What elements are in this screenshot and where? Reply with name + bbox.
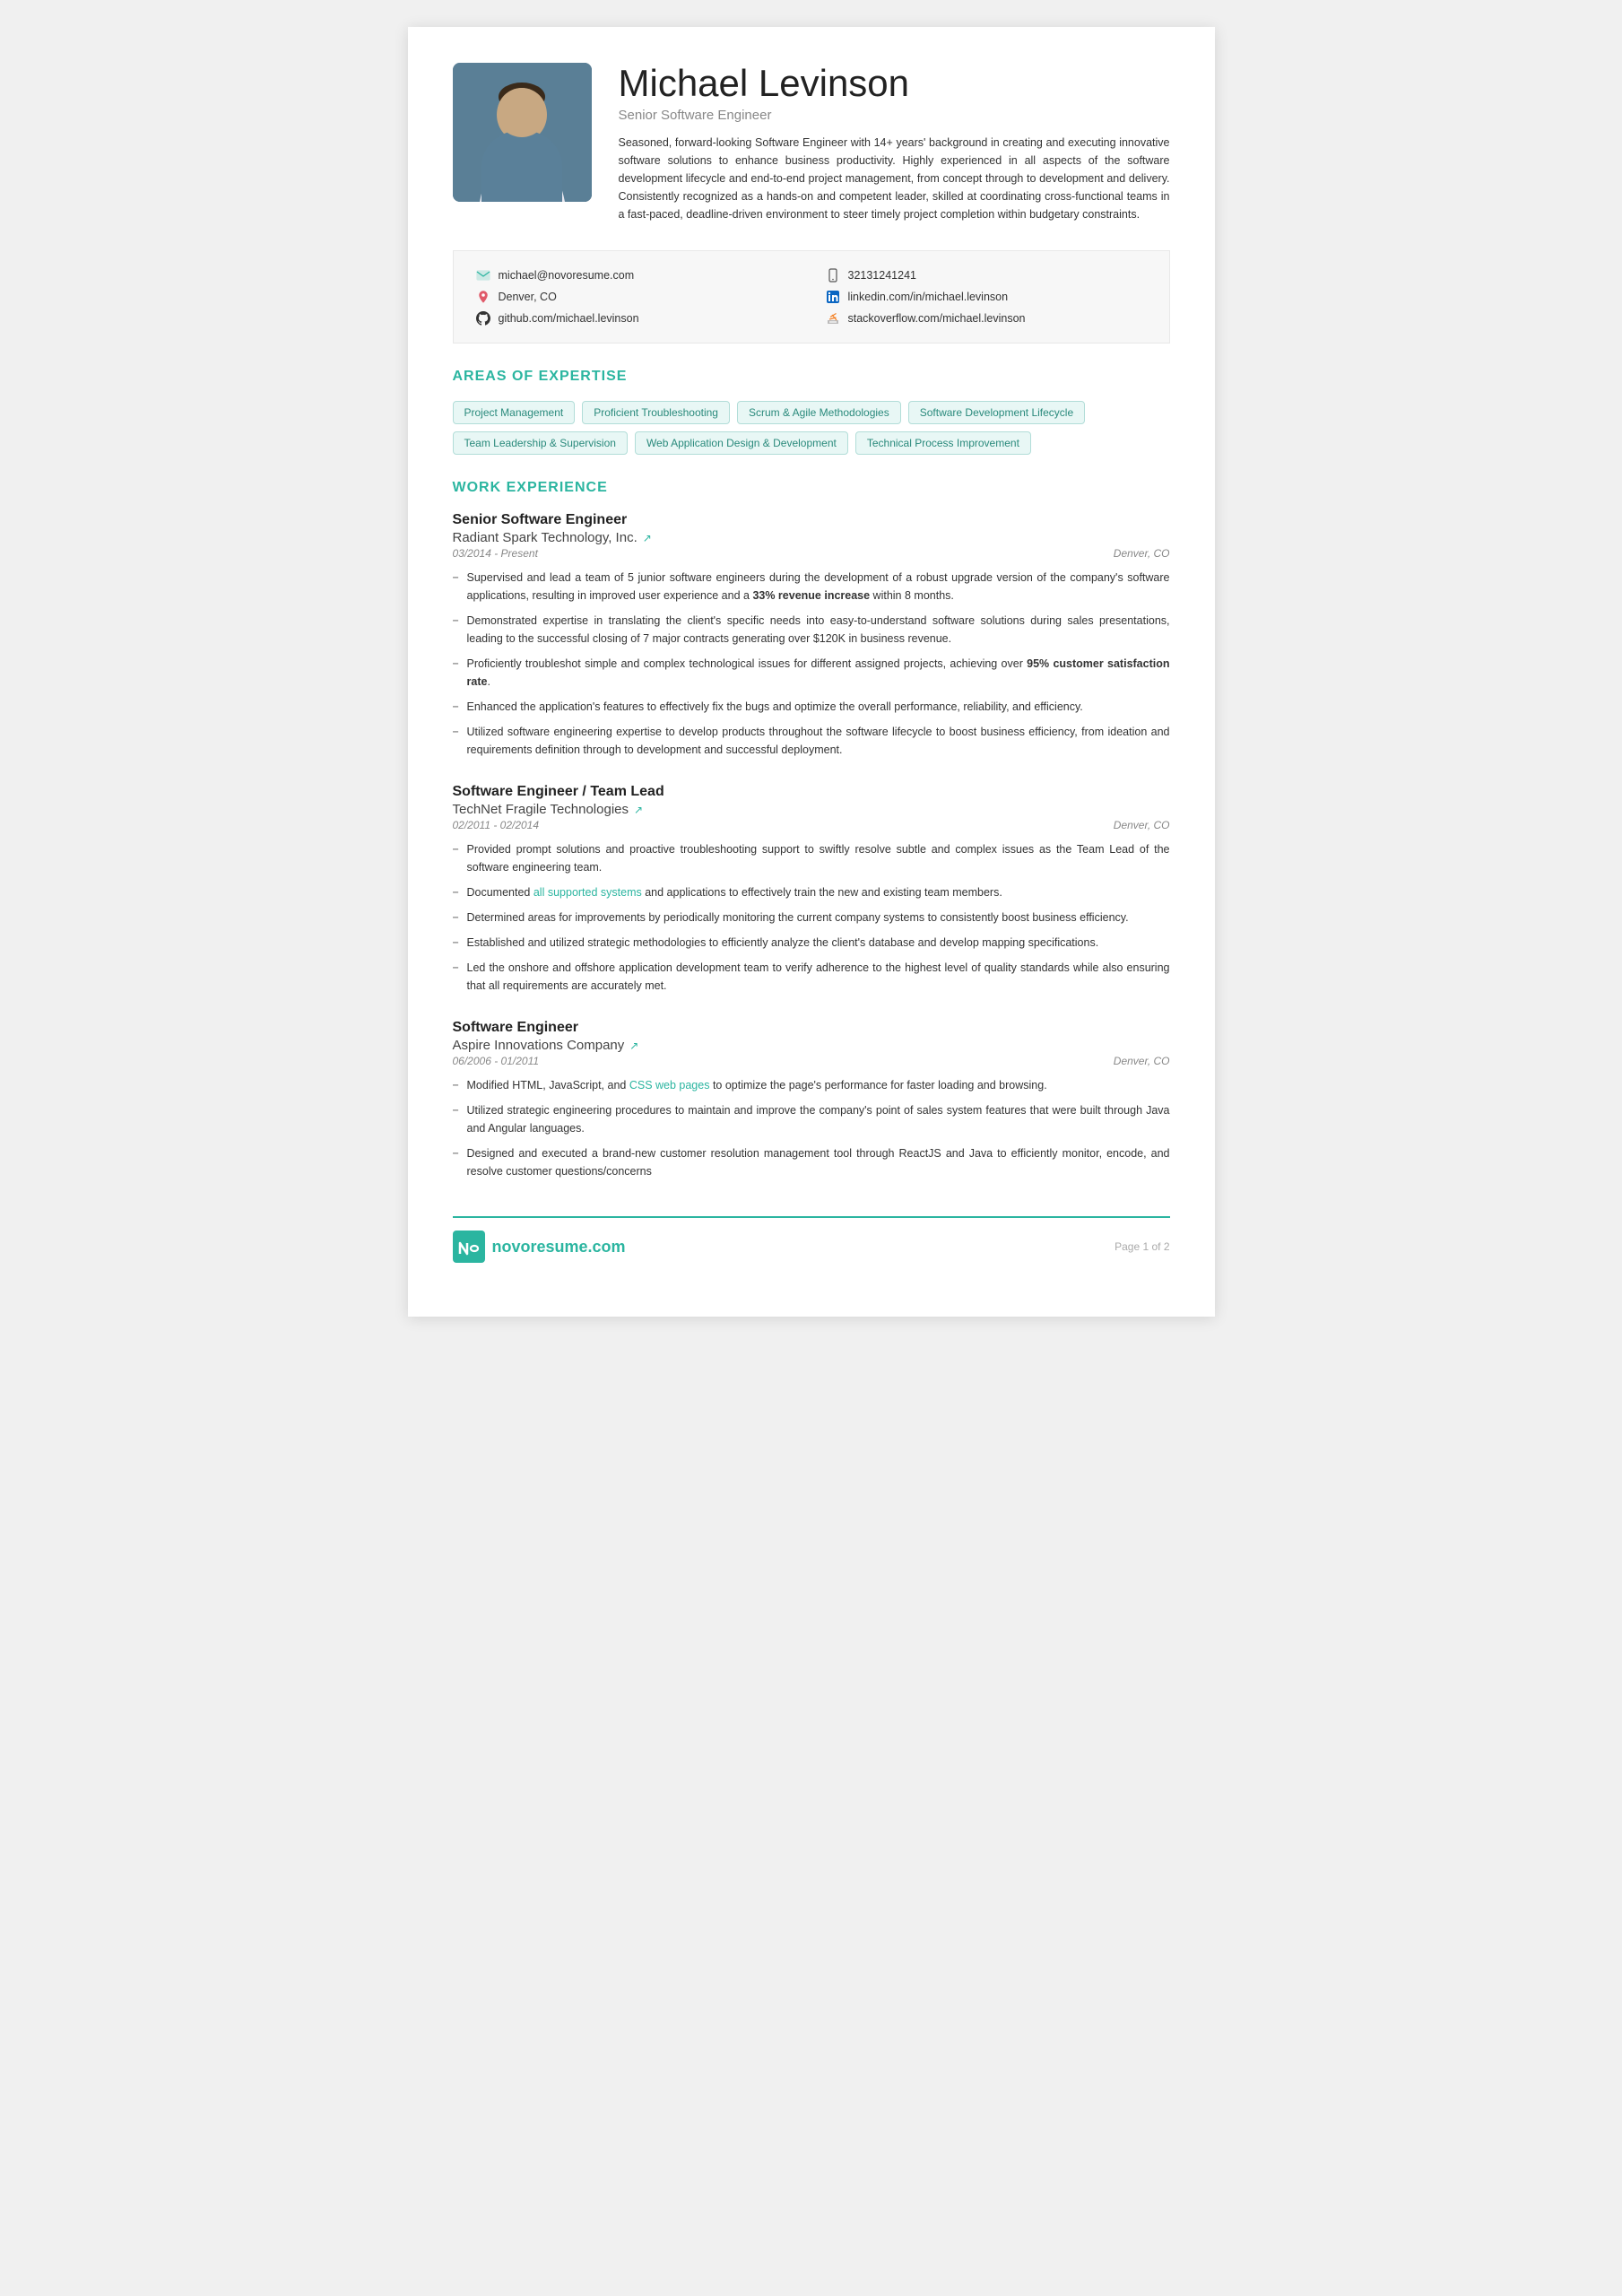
bullet-item: Led the onshore and offshore application… [453, 959, 1170, 995]
job-meta: 06/2006 - 01/2011 Denver, CO [453, 1055, 1170, 1067]
job-entry: Software Engineer Aspire Innovations Com… [453, 1020, 1170, 1180]
header-info: Michael Levinson Senior Software Enginee… [619, 63, 1170, 223]
expertise-tag: Web Application Design & Development [635, 431, 848, 455]
bullet-item: Utilized software engineering expertise … [453, 723, 1170, 759]
work-title: WORK EXPERIENCE [453, 480, 1170, 500]
stackoverflow-icon [825, 310, 841, 326]
email-value: michael@novoresume.com [499, 269, 635, 282]
external-link-icon: ↗ [634, 804, 643, 816]
company-name: Aspire Innovations Company [453, 1038, 625, 1053]
job-location: Denver, CO [1114, 819, 1170, 831]
contact-linkedin: linkedin.com/in/michael.levinson [825, 289, 1148, 305]
expertise-section: AREAS OF EXPERTISE Project ManagementPro… [453, 369, 1170, 455]
bullet-item: Proficiently troubleshot simple and comp… [453, 655, 1170, 691]
expertise-tag: Technical Process Improvement [855, 431, 1031, 455]
expertise-tag: Proficient Troubleshooting [582, 401, 730, 424]
job-company: Aspire Innovations Company ↗ [453, 1038, 1170, 1053]
footer: novoresume.com Page 1 of 2 [453, 1216, 1170, 1263]
job-company: TechNet Fragile Technologies ↗ [453, 802, 1170, 817]
job-location: Denver, CO [1114, 547, 1170, 560]
job-meta: 03/2014 - Present Denver, CO [453, 547, 1170, 560]
linkedin-value: linkedin.com/in/michael.levinson [848, 291, 1009, 303]
bullet-item: Enhanced the application's features to e… [453, 698, 1170, 716]
expertise-tag: Scrum & Agile Methodologies [737, 401, 901, 424]
linkedin-icon [825, 289, 841, 305]
avatar [453, 63, 592, 202]
job-bullets: Provided prompt solutions and proactive … [453, 840, 1170, 995]
footer-brand-name: novoresume.com [492, 1238, 626, 1257]
bullet-item: Designed and executed a brand-new custom… [453, 1144, 1170, 1180]
bullet-item: Utilized strategic engineering procedure… [453, 1101, 1170, 1137]
location-value: Denver, CO [499, 291, 557, 303]
job-bullets: Modified HTML, JavaScript, and CSS web p… [453, 1076, 1170, 1180]
expertise-tags: Project Management Proficient Troubleshoo… [453, 401, 1170, 455]
footer-page-number: Page 1 of 2 [1115, 1240, 1169, 1253]
phone-value: 32131241241 [848, 269, 916, 282]
candidate-title: Senior Software Engineer [619, 108, 1170, 123]
company-name: TechNet Fragile Technologies [453, 802, 629, 817]
contact-section: michael@novoresume.com 32131241241 Denve… [453, 250, 1170, 344]
expertise-tag: Software Development Lifecycle [908, 401, 1085, 424]
contact-github: github.com/michael.levinson [475, 310, 798, 326]
contact-stackoverflow: stackoverflow.com/michael.levinson [825, 310, 1148, 326]
job-period: 03/2014 - Present [453, 547, 538, 560]
phone-icon [825, 267, 841, 283]
bullet-item: Determined areas for improvements by per… [453, 909, 1170, 926]
bullet-item: Documented all supported systems and app… [453, 883, 1170, 901]
expertise-tag: Project Management [453, 401, 576, 424]
job-company: Radiant Spark Technology, Inc. ↗ [453, 530, 1170, 545]
candidate-summary: Seasoned, forward-looking Software Engin… [619, 134, 1170, 223]
bullet-item: Modified HTML, JavaScript, and CSS web p… [453, 1076, 1170, 1094]
job-title: Senior Software Engineer [453, 512, 1170, 528]
job-entry: Software Engineer / Team Lead TechNet Fr… [453, 784, 1170, 995]
candidate-name: Michael Levinson [619, 63, 1170, 104]
bullet-item: Established and utilized strategic metho… [453, 934, 1170, 952]
location-icon [475, 289, 491, 305]
email-icon [475, 267, 491, 283]
novoresume-logo [453, 1231, 485, 1263]
expertise-tag: Team Leadership & Supervision [453, 431, 628, 455]
bullet-item: Provided prompt solutions and proactive … [453, 840, 1170, 876]
footer-brand: novoresume.com [453, 1231, 626, 1263]
github-icon [475, 310, 491, 326]
work-section: WORK EXPERIENCE Senior Software Engineer… [453, 480, 1170, 1180]
contact-location: Denver, CO [475, 289, 798, 305]
job-location: Denver, CO [1114, 1055, 1170, 1067]
job-bullets: Supervised and lead a team of 5 junior s… [453, 569, 1170, 759]
job-title: Software Engineer / Team Lead [453, 784, 1170, 800]
external-link-icon: ↗ [643, 532, 652, 544]
job-title: Software Engineer [453, 1020, 1170, 1036]
avatar-image [453, 63, 592, 202]
job-period: 02/2011 - 02/2014 [453, 819, 540, 831]
bullet-item: Supervised and lead a team of 5 junior s… [453, 569, 1170, 604]
github-value: github.com/michael.levinson [499, 312, 639, 325]
contact-phone: 32131241241 [825, 267, 1148, 283]
job-entry: Senior Software Engineer Radiant Spark T… [453, 512, 1170, 759]
company-name: Radiant Spark Technology, Inc. [453, 530, 638, 545]
external-link-icon: ↗ [629, 1039, 638, 1052]
header-section: Michael Levinson Senior Software Enginee… [453, 63, 1170, 223]
bullet-item: Demonstrated expertise in translating th… [453, 612, 1170, 648]
stackoverflow-value: stackoverflow.com/michael.levinson [848, 312, 1026, 325]
resume-page: Michael Levinson Senior Software Enginee… [408, 27, 1215, 1317]
job-period: 06/2006 - 01/2011 [453, 1055, 540, 1067]
contact-email: michael@novoresume.com [475, 267, 798, 283]
job-meta: 02/2011 - 02/2014 Denver, CO [453, 819, 1170, 831]
expertise-title: AREAS OF EXPERTISE [453, 369, 1170, 388]
